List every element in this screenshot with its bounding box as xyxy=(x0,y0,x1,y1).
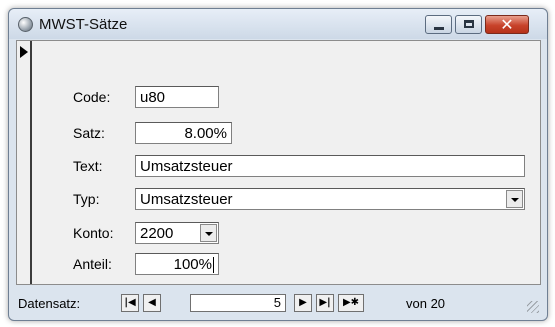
record-navigation-bar: Datensatz: |◀ ◀ 5 ▶ ▶| ▶✱ von 20 xyxy=(16,291,541,315)
last-record-button[interactable]: ▶| xyxy=(316,294,334,312)
satz-label: Satz: xyxy=(73,125,105,141)
minimize-button[interactable] xyxy=(425,15,452,34)
text-label: Text: xyxy=(73,158,103,174)
first-record-icon: |◀ xyxy=(124,297,136,308)
app-icon xyxy=(18,17,33,32)
konto-label: Konto: xyxy=(73,225,114,241)
konto-dropdown[interactable]: 2200 xyxy=(135,222,219,244)
first-record-button[interactable]: |◀ xyxy=(121,294,139,312)
typ-dropdown[interactable]: Umsatzsteuer xyxy=(135,188,525,210)
maximize-button[interactable] xyxy=(455,15,482,34)
form-body: Code: u80 Satz: 8.00% Text: Umsatzsteuer… xyxy=(16,40,541,285)
record-count-label: von 20 xyxy=(406,296,446,311)
window: MWST-Sätze ✕ Code: u80 Satz: 8.00% Text:… xyxy=(8,8,548,321)
window-title: MWST-Sätze xyxy=(39,16,128,33)
anteil-value: 100% xyxy=(173,256,212,273)
close-button[interactable]: ✕ xyxy=(485,15,529,34)
next-record-button[interactable]: ▶ xyxy=(294,294,312,312)
text-cursor xyxy=(213,257,214,274)
minimize-icon xyxy=(434,27,444,30)
chevron-down-icon[interactable] xyxy=(200,224,217,242)
satz-field[interactable]: 8.00% xyxy=(135,122,232,144)
record-selector[interactable] xyxy=(17,41,32,284)
last-record-icon: ▶| xyxy=(319,297,331,308)
new-record-icon: ▶✱ xyxy=(342,297,360,308)
title-bar[interactable]: MWST-Sätze ✕ xyxy=(9,9,547,39)
typ-label: Typ: xyxy=(73,191,100,207)
chevron-down-icon[interactable] xyxy=(506,190,523,208)
anteil-field[interactable]: 100% xyxy=(135,253,219,275)
next-record-icon: ▶ xyxy=(299,297,307,308)
konto-value: 2200 xyxy=(140,225,174,242)
previous-record-icon: ◀ xyxy=(148,297,156,308)
close-icon: ✕ xyxy=(500,15,514,34)
code-field[interactable]: u80 xyxy=(135,86,219,108)
previous-record-button[interactable]: ◀ xyxy=(143,294,161,312)
current-record-arrow-icon xyxy=(20,46,28,58)
text-field[interactable]: Umsatzsteuer xyxy=(135,155,525,177)
maximize-icon xyxy=(464,20,474,28)
anteil-label: Anteil: xyxy=(73,256,112,272)
new-record-button[interactable]: ▶✱ xyxy=(338,294,364,312)
resize-grip-icon[interactable] xyxy=(527,301,539,313)
record-number-input[interactable]: 5 xyxy=(190,294,286,312)
code-label: Code: xyxy=(73,89,111,105)
typ-value: Umsatzsteuer xyxy=(140,191,233,208)
record-nav-label: Datensatz: xyxy=(18,296,81,311)
